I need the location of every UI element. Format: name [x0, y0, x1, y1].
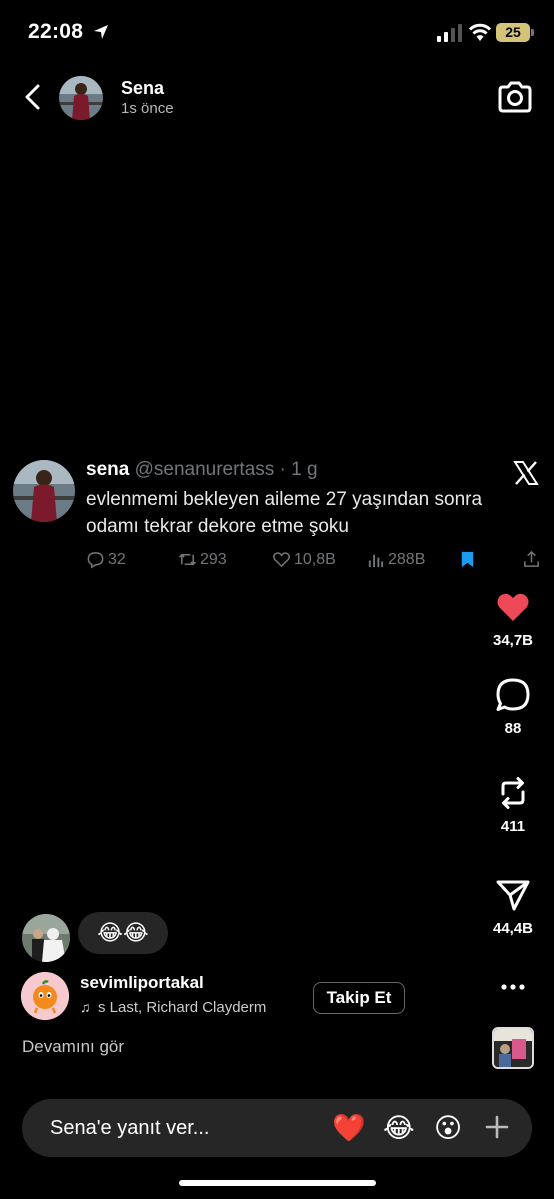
retweet-icon	[178, 553, 197, 566]
music-note-icon: ♫	[80, 999, 91, 1015]
reply-icon	[87, 552, 104, 569]
tweet-reply-count: 32	[86, 550, 126, 569]
home-indicator[interactable]	[179, 1180, 376, 1186]
tweet-share	[522, 550, 541, 569]
tweet-author-name: sena	[86, 459, 130, 480]
comment-bubble-icon[interactable]	[494, 676, 532, 714]
send-paper-plane-icon[interactable]	[494, 876, 532, 914]
reaction-bubble: 😂😂	[78, 912, 168, 954]
x-logo-icon	[513, 461, 539, 485]
comment-action[interactable]: 88	[486, 676, 540, 737]
repost-count-rail: 411	[500, 818, 526, 835]
retweet-count: 293	[200, 550, 227, 568]
wifi-icon	[468, 23, 492, 41]
reply-bar: ❤️ 😂 😮	[22, 1099, 532, 1157]
battery-tip	[531, 29, 534, 36]
music-account-username[interactable]: sevimliportakal	[80, 973, 204, 993]
quick-reaction-surprised[interactable]: 😮	[434, 1112, 462, 1144]
share-count-rail: 44,4B	[492, 920, 534, 937]
tweet-handle-time: @senanurertass · 1 g	[134, 459, 318, 480]
repost-icon[interactable]	[494, 774, 532, 812]
reply-count: 32	[108, 550, 126, 568]
tweet-like-count: 10,8B	[272, 550, 336, 569]
more-options-icon[interactable]	[498, 976, 528, 998]
view-count: 288B	[388, 550, 426, 568]
heart-filled-icon[interactable]	[494, 588, 532, 626]
share-icon	[524, 550, 539, 567]
bookmark-icon	[461, 551, 474, 568]
status-bar: 22:08 25	[0, 0, 554, 64]
tweet-bookmark	[458, 550, 477, 569]
see-more-link[interactable]: Devamını gör	[22, 1037, 124, 1057]
like-count: 10,8B	[294, 550, 336, 568]
story-timestamp: 1s önce	[121, 100, 174, 117]
music-account-avatar[interactable]	[21, 972, 69, 1020]
music-track-title[interactable]: s Last, Richard Clayderm	[98, 999, 296, 1016]
share-action[interactable]: 44,4B	[486, 876, 540, 937]
back-chevron-icon[interactable]	[16, 80, 50, 114]
tweet-text: evlenmemi bekleyen aileme 27 yaşından so…	[86, 489, 483, 537]
tweet-retweet-count: 293	[178, 550, 227, 569]
reactor-avatar[interactable]	[22, 914, 70, 962]
battery-indicator: 25	[496, 23, 530, 42]
music-album-thumbnail[interactable]	[492, 1027, 534, 1069]
like-action[interactable]: 34,7B	[486, 588, 540, 649]
tweet-view-count: 288B	[366, 550, 425, 569]
reply-input[interactable]	[50, 1099, 300, 1157]
clock: 22:08	[28, 20, 84, 43]
camera-icon[interactable]	[496, 78, 534, 116]
repost-action[interactable]: 411	[486, 774, 540, 835]
tweet-header: sena @senanurertass · 1 g	[86, 459, 318, 481]
quick-reaction-laugh[interactable]: 😂	[383, 1112, 415, 1144]
location-arrow-icon	[94, 25, 108, 39]
avatar[interactable]	[59, 76, 103, 120]
tweet-avatar	[13, 460, 75, 522]
tweet-card: sena @senanurertass · 1 g evlenmemi bekl…	[0, 450, 554, 580]
plus-icon[interactable]	[484, 1114, 510, 1140]
tweet-actions: 32 293 10,8B 288B	[86, 550, 546, 572]
follow-button[interactable]: Takip Et	[313, 982, 405, 1014]
quick-reaction-heart[interactable]: ❤️	[332, 1112, 366, 1144]
analytics-icon	[368, 554, 384, 568]
heart-outline-icon	[273, 552, 290, 568]
like-count-rail: 34,7B	[492, 632, 534, 649]
comment-count-rail: 88	[504, 720, 522, 737]
story-username[interactable]: Sena	[121, 78, 164, 99]
cellular-signal-icon	[437, 24, 462, 42]
